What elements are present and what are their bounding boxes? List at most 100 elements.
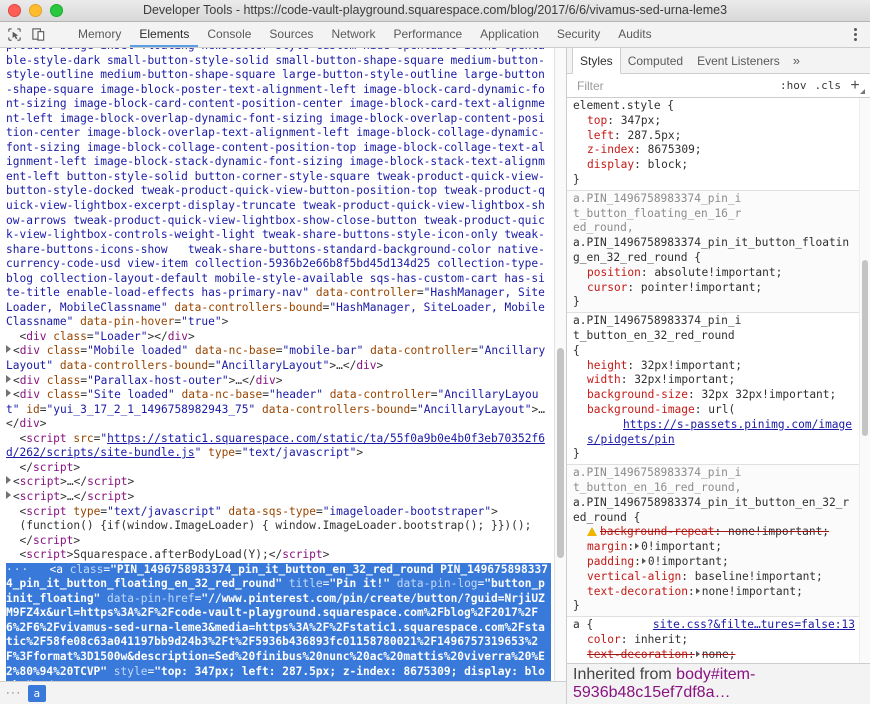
expand-arrow-icon[interactable]: [6, 476, 11, 485]
style-declaration[interactable]: position: absolute!important;: [573, 266, 856, 281]
tab-memory[interactable]: Memory: [69, 22, 130, 47]
style-rule-source-link[interactable]: site.css?&filte…tures=false:13: [653, 618, 855, 633]
style-declaration[interactable]: left: 287.5px;: [573, 129, 856, 144]
style-property-name[interactable]: position: [587, 266, 641, 279]
dom-line[interactable]: (function() {if(window.ImageLoader) { wi…: [6, 519, 551, 534]
style-property-value[interactable]: 8675309;: [648, 143, 702, 156]
tab-audits[interactable]: Audits: [609, 22, 660, 47]
dom-line[interactable]: </script>: [6, 534, 551, 549]
styles-tabs-overflow-icon[interactable]: »: [787, 48, 806, 73]
style-declaration[interactable]: height: 32px!important;: [573, 359, 856, 374]
dom-tree-code[interactable]: product badge inset floating newsletter …: [0, 48, 555, 681]
dom-line[interactable]: <div class="Site loaded" data-nc-base="h…: [6, 388, 551, 432]
tab-console[interactable]: Console: [198, 22, 260, 47]
style-property-name[interactable]: left: [587, 129, 614, 142]
style-rule[interactable]: …a.PIN_1496758983374_pin_it_button_en_32…: [567, 313, 860, 466]
style-property-name[interactable]: vertical-align: [587, 570, 681, 583]
styles-scrollbar-thumb[interactable]: [862, 260, 868, 436]
style-property-value[interactable]: baseline!important;: [695, 570, 823, 583]
tab-performance[interactable]: Performance: [384, 22, 471, 47]
style-property-name[interactable]: width: [587, 373, 621, 386]
style-rule-selector[interactable]: a.PIN_1496758983374_pin_i t_button_en_32_…: [573, 314, 856, 358]
style-declaration[interactable]: text-decoration: none!important;: [573, 585, 856, 600]
expand-arrow-icon[interactable]: [6, 490, 11, 499]
style-property-value[interactable]: none!important;: [728, 525, 829, 538]
style-declaration[interactable]: text-decoration: none;: [573, 648, 856, 663]
style-rule[interactable]: …a.PIN_1496758983374_pin_it_button_en_16…: [567, 465, 860, 618]
style-declaration[interactable]: z-index: 8675309;: [573, 143, 856, 158]
expand-shorthand-icon[interactable]: [635, 543, 640, 550]
dom-line[interactable]: product badge inset floating newsletter …: [6, 48, 551, 330]
force-state-hov-button[interactable]: :hov: [776, 79, 811, 92]
style-property-value[interactable]: block;: [648, 158, 688, 171]
style-property-name[interactable]: background-image: [587, 403, 695, 416]
minimize-window-button[interactable]: [29, 4, 42, 17]
dom-line[interactable]: <script src="https://static1.squarespace…: [6, 432, 551, 461]
style-property-value[interactable]: inherit;: [634, 633, 688, 646]
close-window-button[interactable]: [8, 4, 21, 17]
style-rule[interactable]: element.style {top: 347px; left: 287.5px;…: [567, 98, 860, 191]
style-rule-selector[interactable]: a.PIN_1496758983374_pin_i t_button_floati…: [573, 192, 856, 266]
style-declaration[interactable]: color: inherit;: [573, 633, 856, 648]
style-property-name[interactable]: top: [587, 114, 607, 127]
style-property-name[interactable]: color: [587, 633, 621, 646]
style-property-name[interactable]: margin: [587, 540, 627, 553]
dom-selected-node[interactable]: ··· <a class="PIN_1496758983374_pin_it_b…: [6, 562, 551, 681]
style-property-name[interactable]: display: [587, 158, 634, 171]
dom-line[interactable]: <div class="Loader"></div>: [6, 330, 551, 345]
style-declaration[interactable]: background-size: 32px 32px!important;: [573, 388, 856, 403]
style-property-value[interactable]: pointer!important;: [641, 281, 762, 294]
style-declaration[interactable]: width: 32px!important;: [573, 373, 856, 388]
expand-arrow-icon[interactable]: [6, 374, 11, 383]
style-property-value[interactable]: 0!important;: [648, 555, 729, 568]
dom-line[interactable]: <script>…</script>: [6, 475, 551, 490]
device-toggle-icon[interactable]: [31, 27, 46, 42]
style-property-value[interactable]: absolute!important;: [654, 266, 782, 279]
tab-elements[interactable]: Elements: [130, 22, 199, 47]
dom-line[interactable]: </script>: [6, 461, 551, 476]
style-value-url-link[interactable]: https://s-passets.pinimg.com/images/pidg…: [587, 418, 852, 446]
style-property-value[interactable]: 32px 32px!important;: [702, 388, 837, 401]
dom-tree-scrollbar-thumb[interactable]: [557, 348, 564, 558]
style-declaration[interactable]: padding: 0!important;: [573, 555, 856, 570]
selected-node-overflow-icon[interactable]: ···: [6, 563, 29, 576]
styles-scrollbar[interactable]: [859, 98, 870, 663]
breadcrumb-item-a[interactable]: a: [27, 684, 47, 702]
dom-line[interactable]: <script>Squarespace.afterBodyLoad(Y);</s…: [6, 548, 551, 563]
expand-arrow-icon[interactable]: [6, 345, 11, 354]
style-declaration[interactable]: margin: 0!important;: [573, 540, 856, 555]
style-property-name[interactable]: background-repeat: [600, 525, 715, 538]
style-property-name[interactable]: cursor: [587, 281, 627, 294]
style-property-value[interactable]: 347px;: [621, 114, 661, 127]
style-declaration[interactable]: vertical-align: baseline!important;: [573, 570, 856, 585]
dom-tree-scroll[interactable]: product badge inset floating newsletter …: [0, 48, 555, 681]
style-property-name[interactable]: background-size: [587, 388, 688, 401]
style-property-value[interactable]: 32px!important;: [641, 359, 742, 372]
style-property-name[interactable]: text-decoration: [587, 648, 688, 661]
tab-application[interactable]: Application: [471, 22, 548, 47]
style-rule[interactable]: site.css?&filte…tures=false:13 a {color: …: [567, 617, 860, 663]
style-rule[interactable]: …a.PIN_1496758983374_pin_it_button_float…: [567, 190, 860, 314]
styles-filter-input[interactable]: [575, 77, 776, 94]
style-property-value[interactable]: 32px!important;: [634, 373, 735, 386]
new-style-rule-icon[interactable]: +: [845, 77, 865, 94]
kebab-menu-icon[interactable]: [848, 27, 862, 43]
style-declaration[interactable]: background-image: url(https://s-passets.…: [573, 403, 856, 447]
element-classes-button[interactable]: .cls: [811, 79, 846, 92]
tab-styles[interactable]: Styles: [572, 48, 621, 74]
style-declaration[interactable]: background-repeat: none!important;: [573, 525, 856, 540]
dom-line[interactable]: <script>…</script>: [6, 490, 551, 505]
style-property-name[interactable]: height: [587, 359, 627, 372]
style-property-value[interactable]: url(: [708, 403, 735, 416]
dom-line[interactable]: <div class="Parallax-host-outer">…</div>: [6, 374, 551, 389]
tab-network[interactable]: Network: [322, 22, 384, 47]
style-property-value[interactable]: none!important;: [702, 585, 803, 598]
tab-sources[interactable]: Sources: [260, 22, 322, 47]
zoom-window-button[interactable]: [50, 4, 63, 17]
style-declaration[interactable]: top: 347px;: [573, 114, 856, 129]
tab-event-listeners[interactable]: Event Listeners: [690, 48, 787, 73]
dom-line[interactable]: <div class="Mobile loaded" data-nc-base=…: [6, 344, 551, 373]
style-property-name[interactable]: padding: [587, 555, 634, 568]
expand-arrow-icon[interactable]: [6, 389, 11, 398]
style-property-name[interactable]: z-index: [587, 143, 634, 156]
